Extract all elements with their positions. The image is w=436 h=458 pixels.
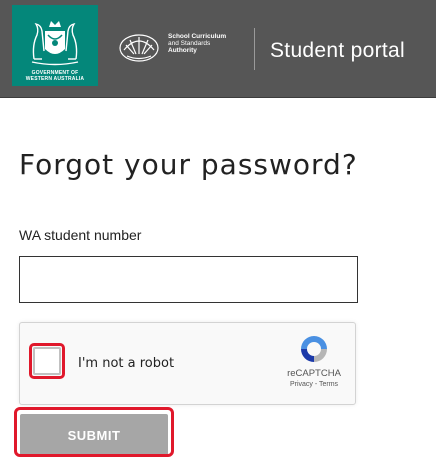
scsa-line1: School Curriculum (168, 33, 227, 40)
recaptcha-brand: reCAPTCHA (287, 368, 341, 379)
recaptcha-arrows-icon (301, 336, 327, 362)
government-of-western-australia-logo[interactable]: GOVERNMENT OF WESTERN AUSTRALIA (12, 5, 98, 86)
recaptcha-logo: reCAPTCHA Privacy - Terms (282, 333, 346, 399)
student-number-input[interactable] (19, 256, 358, 303)
scsa-fan-logo-icon (119, 34, 159, 62)
recaptcha-privacy-terms-link[interactable]: Privacy - Terms (282, 381, 346, 388)
checkbox-highlight-outline (29, 343, 65, 379)
portal-title[interactable]: Student portal (270, 39, 405, 63)
site-header: GOVERNMENT OF WESTERN AUSTRALIA School C… (0, 0, 436, 98)
recaptcha-widget: I'm not a robot reCAPTCHA Privacy - Term… (19, 322, 356, 405)
scsa-logo-text: School Curriculum and Standards Authorit… (168, 33, 248, 54)
recaptcha-label: I'm not a robot (78, 356, 175, 371)
scsa-logo[interactable]: School Curriculum and Standards Authorit… (118, 28, 238, 68)
header-divider (254, 28, 255, 70)
gov-logo-line2: WESTERN AUSTRALIA (25, 76, 85, 82)
scsa-line2: and Standards (168, 40, 211, 47)
page-title: Forgot your password? (19, 148, 358, 181)
scsa-line3: Authority (168, 47, 197, 54)
student-number-label: WA student number (19, 227, 142, 243)
submit-highlight-outline (14, 407, 174, 457)
